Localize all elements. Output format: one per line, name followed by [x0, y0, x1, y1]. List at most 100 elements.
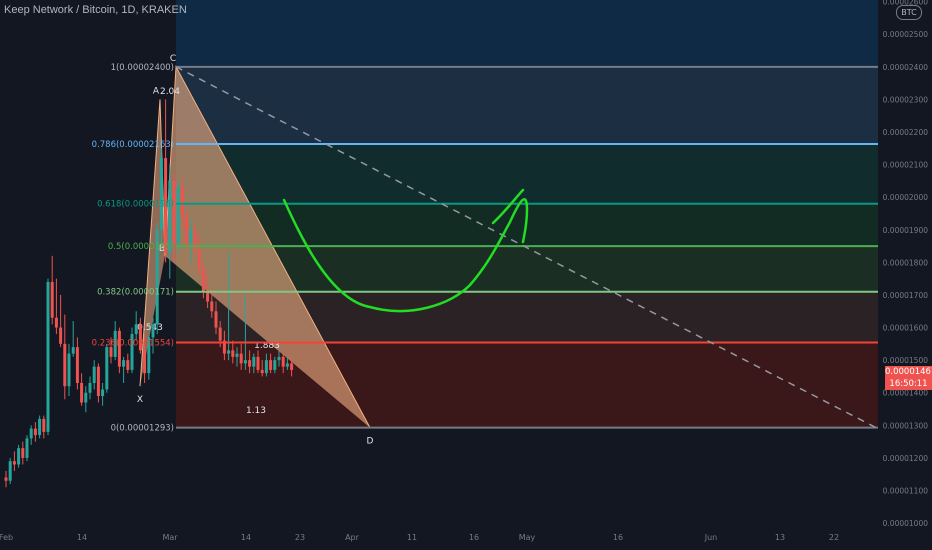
candle-body — [25, 438, 29, 458]
candle-body — [17, 448, 21, 465]
bar-countdown: 16:50:11 — [889, 379, 928, 389]
pattern-point-D: D — [367, 437, 374, 447]
candle-body — [92, 366, 96, 383]
candle-body — [235, 353, 239, 357]
candle-body — [122, 360, 126, 367]
candle-body — [12, 461, 16, 465]
price-tick-label: 0.00002000 — [883, 193, 929, 202]
candle-body — [4, 477, 8, 481]
price-tick-label: 0.00002400 — [883, 63, 929, 72]
candle-body — [38, 418, 42, 436]
candle-body — [281, 356, 285, 367]
candle-body — [117, 330, 121, 367]
time-axis-bg — [0, 528, 932, 550]
time-tick-label: 16 — [469, 533, 479, 542]
candle-body — [71, 347, 75, 354]
candle-body — [80, 382, 84, 403]
price-tick-label: 0.00001900 — [883, 226, 929, 235]
candle-body — [290, 363, 294, 370]
fib-zone-top — [176, 0, 878, 67]
currency-badge[interactable]: BTC — [896, 5, 922, 20]
price-chart[interactable]: XABCD0.5432.041.8831.13 1(0.00002400)0.7… — [0, 0, 932, 550]
candle-body — [67, 353, 71, 387]
candle-body — [134, 324, 138, 335]
candle-body — [159, 158, 163, 230]
candle-body — [63, 343, 67, 387]
candle-body — [46, 281, 50, 432]
time-axis[interactable]: Feb 14 Mar 14 23 Apr 11 16 May 16 Jun 13 22 — [0, 528, 932, 550]
fib-level-label: 0.786(0.00002163) — [92, 140, 174, 150]
candle-body — [21, 448, 25, 458]
candle-body — [285, 363, 289, 367]
price-tick-label: 0.00001400 — [883, 389, 929, 398]
candle-body — [109, 347, 113, 357]
time-tick-label: 14 — [241, 533, 251, 542]
time-tick-label: 22 — [829, 533, 839, 542]
pattern-ratio: 2.04 — [160, 87, 180, 97]
fib-level-label: 0.618(0.0000198) — [97, 200, 174, 210]
candle-body — [176, 187, 180, 243]
pattern-point-X: X — [137, 395, 143, 405]
fib-level-label: 0.382(0.0000171) — [97, 288, 174, 298]
fib-level-label: 0.5(0.0000185) — [108, 242, 174, 252]
price-tick-label: 0.00002200 — [883, 128, 929, 137]
candle-body — [260, 369, 264, 374]
candle-body — [189, 229, 193, 243]
last-price-tag: 0.00001467 16:50:11 — [885, 366, 932, 390]
price-axis[interactable]: 0.000026000.000025000.000024000.00002300… — [878, 0, 932, 550]
price-tick-label: 0.00001800 — [883, 258, 929, 267]
candle-body — [185, 216, 189, 243]
time-tick-label: 13 — [775, 533, 785, 542]
pattern-point-A: A — [153, 86, 160, 96]
fib-level-label: 0.236(0.00001554) — [92, 339, 174, 349]
candle-body — [201, 268, 205, 292]
candle-body — [50, 281, 54, 318]
price-tick-label: 0.00001300 — [883, 421, 929, 430]
candle-body — [126, 360, 130, 370]
candle-body — [42, 418, 46, 432]
price-tick-label: 0.00001000 — [883, 519, 929, 528]
candle-body — [33, 428, 37, 436]
candle-body — [206, 291, 210, 302]
candle-body — [84, 392, 88, 403]
price-tick-label: 0.00001200 — [883, 454, 929, 463]
chart-title: Keep Network / Bitcoin, 1D, KRAKEN — [4, 4, 187, 16]
price-tick-label: 0.00002300 — [883, 95, 929, 104]
candle-body — [210, 301, 214, 312]
candle-body — [29, 428, 33, 439]
candle-body — [273, 360, 277, 370]
candle-body — [172, 180, 176, 243]
candle-body — [59, 327, 63, 344]
candle-body — [248, 360, 252, 367]
candle-body — [143, 350, 147, 374]
candle-body — [105, 347, 109, 390]
candle-body — [75, 347, 79, 383]
candle-body — [197, 249, 201, 269]
candle-body — [151, 324, 155, 338]
price-tick-label: 0.00001700 — [883, 291, 929, 300]
candle-body — [243, 360, 247, 364]
candle-body — [8, 461, 12, 481]
candle-body — [227, 350, 231, 354]
time-tick-label: 14 — [77, 533, 87, 542]
time-tick-label: May — [519, 533, 536, 542]
last-price-value: 0.00001467 — [885, 367, 932, 377]
candle-body — [264, 360, 268, 374]
time-tick-label: 23 — [295, 533, 305, 542]
price-tick-label: 0.00002500 — [883, 30, 929, 39]
fib-level-label: 0(0.00001293) — [111, 424, 174, 434]
price-tick-label: 0.00001600 — [883, 324, 929, 333]
candle-body — [96, 366, 100, 396]
candle-body — [88, 382, 92, 393]
time-tick-label: Feb — [0, 533, 13, 542]
fib-zone — [176, 342, 878, 428]
candle-body — [231, 350, 235, 357]
candle-body — [218, 327, 222, 341]
time-tick-label: 11 — [407, 533, 417, 542]
time-tick-label: 16 — [613, 533, 623, 542]
candle-body — [54, 317, 58, 328]
candle-body — [252, 356, 256, 367]
fib-zone — [176, 66, 878, 145]
time-tick-label: Mar — [162, 533, 178, 542]
candle-body — [256, 356, 260, 370]
